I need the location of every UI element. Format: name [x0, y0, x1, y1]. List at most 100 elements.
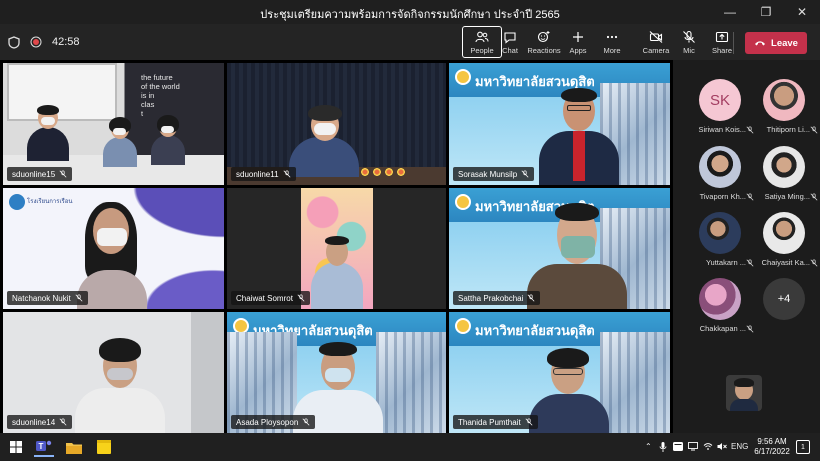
participant-nametag: Thanida Pumthait: [453, 415, 538, 429]
mic-off-icon: [302, 418, 310, 426]
hang-up-icon: [755, 41, 766, 46]
participant-nametag: Natchanok Nukit: [7, 291, 88, 305]
restore-icon[interactable]: ❐: [748, 0, 784, 24]
clock-time: 9:56 AM: [757, 437, 787, 446]
people-icon: [475, 31, 489, 42]
leave-button[interactable]: Leave: [745, 32, 807, 54]
avatar: [699, 146, 741, 188]
meeting-controls: 42:58 People Chat Reactions Apps More Ca…: [0, 24, 820, 60]
attendee-tile[interactable]: Tivaporn Kh...: [686, 146, 754, 212]
clock-date: 6/17/2022: [754, 447, 790, 456]
teams-tray-icon[interactable]: [673, 442, 683, 451]
attendee-tile[interactable]: Satiya Ming...: [750, 146, 818, 212]
share-label: Share: [711, 45, 732, 55]
wall-text: the future of the world is in clas t: [141, 73, 180, 118]
mic-off-icon: [527, 294, 535, 302]
reactions-label: Reactions: [527, 45, 561, 55]
video-tile[interactable]: มหาวิทยาลัยสวนดุสิต Sattha Prakobchai: [449, 188, 670, 309]
close-icon[interactable]: ✕: [784, 0, 820, 24]
overflow-count: +4: [763, 278, 805, 320]
attendee-tile[interactable]: SK Siriwan Kois...: [686, 79, 754, 145]
video-tile[interactable]: the future of the world is in clas t sdu…: [3, 63, 224, 185]
camera-off-icon: [649, 30, 663, 43]
wifi-icon[interactable]: [703, 442, 713, 451]
teams-app-icon[interactable]: T: [34, 437, 54, 457]
attendee-name: Chaiyasit Ka...: [761, 258, 810, 267]
video-tile[interactable]: sduonline14: [3, 312, 224, 433]
avatar: [763, 146, 805, 188]
mic-off-icon: [525, 418, 533, 426]
more-icon: [606, 35, 618, 38]
windows-start-icon[interactable]: [6, 437, 26, 457]
avatar: [763, 212, 805, 254]
attendee-tile[interactable]: Yuttakarn ...: [686, 212, 754, 278]
video-tile[interactable]: มหาวิทยาลัยสวนดุสิต Asada Ploysopon: [227, 312, 446, 433]
participant-name: sduonline15: [12, 169, 56, 179]
chat-label: Chat: [502, 45, 518, 55]
camera-label: Camera: [642, 45, 670, 55]
video-tile[interactable]: sduonline11: [227, 63, 446, 185]
window: [7, 63, 117, 121]
language-indicator[interactable]: ENG: [731, 442, 748, 451]
mic-off-icon: [810, 126, 818, 134]
avatar: [763, 79, 805, 121]
university-logo-icon: [455, 194, 471, 210]
mic-label: Mic: [683, 45, 695, 55]
mic-off-icon: [810, 259, 818, 267]
building-image: [376, 332, 446, 433]
reactions-icon: [537, 30, 550, 42]
meeting-timer: 42:58: [52, 36, 80, 48]
more-label: More: [603, 45, 621, 55]
mic-off-icon: [59, 418, 67, 426]
participant-nametag: sduonline11: [231, 167, 296, 181]
participant-name: Asada Ploysopon: [236, 417, 299, 427]
taskbar-clock[interactable]: 9:56 AM 6/17/2022: [752, 437, 792, 457]
share-button[interactable]: Share: [702, 26, 742, 58]
participant-name: Natchanok Nukit: [12, 293, 71, 303]
mic-off-icon: [297, 294, 305, 302]
participant-nametag: sduonline15: [7, 167, 73, 181]
video-tile[interactable]: โรงเรียนการเรือน Natchanok Nukit: [3, 188, 224, 309]
notification-count: 1: [801, 443, 805, 451]
apps-label: Apps: [569, 45, 587, 55]
attendee-tile[interactable]: Chaiyasit Ka...: [750, 212, 818, 278]
file-explorer-icon[interactable]: [64, 437, 84, 457]
participant-name: Sorasak Munsilp: [458, 169, 518, 179]
microphone-icon[interactable]: [659, 442, 667, 452]
notification-icon[interactable]: 1: [796, 440, 810, 454]
participant-name: Sattha Prakobchai: [458, 293, 524, 303]
mic-off-icon: [683, 30, 695, 43]
minimize-icon[interactable]: —: [712, 0, 748, 24]
avatar: [699, 212, 741, 254]
display-icon[interactable]: [688, 442, 698, 451]
participant-nametag: Sattha Prakobchai: [453, 291, 541, 305]
attendee-name: Siriwan Kois...: [698, 125, 746, 134]
video-tile[interactable]: มหาวิทยาลัยสวนดุสิต Thanida Pumthait: [449, 312, 670, 433]
plus-icon: [573, 31, 583, 42]
attendee-tile[interactable]: Thitiporn Li...: [750, 79, 818, 145]
attendee-name: Tivaporn Kh...: [699, 192, 746, 201]
attendee-name: Thitiporn Li...: [766, 125, 810, 134]
video-tile[interactable]: Chaiwat Somrot: [227, 188, 446, 309]
avatar: SK: [699, 79, 741, 121]
attendee-name: Chakkapan ...: [699, 324, 746, 333]
attendee-tile[interactable]: Chakkapan ...: [686, 278, 754, 344]
video-tile[interactable]: มหาวิทยาลัยสวนดุสิต Sorasak Munsilp: [449, 63, 670, 185]
participant-nametag: Sorasak Munsilp: [453, 167, 535, 181]
sticky-notes-icon[interactable]: [94, 437, 114, 457]
participant-nametag: sduonline14: [7, 415, 73, 429]
recording-icon: [30, 36, 42, 48]
more-attendees-button[interactable]: +4: [750, 278, 818, 344]
window-title: ประชุมเตรียมความพร้อมการจัดกิจกรรมนักศึก…: [260, 9, 560, 21]
speaker-muted-icon[interactable]: [717, 442, 727, 451]
university-logo-icon: [455, 318, 471, 334]
attendee-name: Satiya Ming...: [764, 192, 810, 201]
mic-off-icon: [521, 170, 529, 178]
self-preview[interactable]: [726, 375, 762, 411]
more-button[interactable]: More: [592, 26, 632, 58]
participant-name: sduonline11: [236, 169, 279, 179]
mic-off-icon: [75, 294, 83, 302]
mic-off-icon: [59, 170, 67, 178]
chevron-up-icon[interactable]: ⌃: [645, 442, 652, 451]
leave-label: Leave: [771, 37, 798, 49]
